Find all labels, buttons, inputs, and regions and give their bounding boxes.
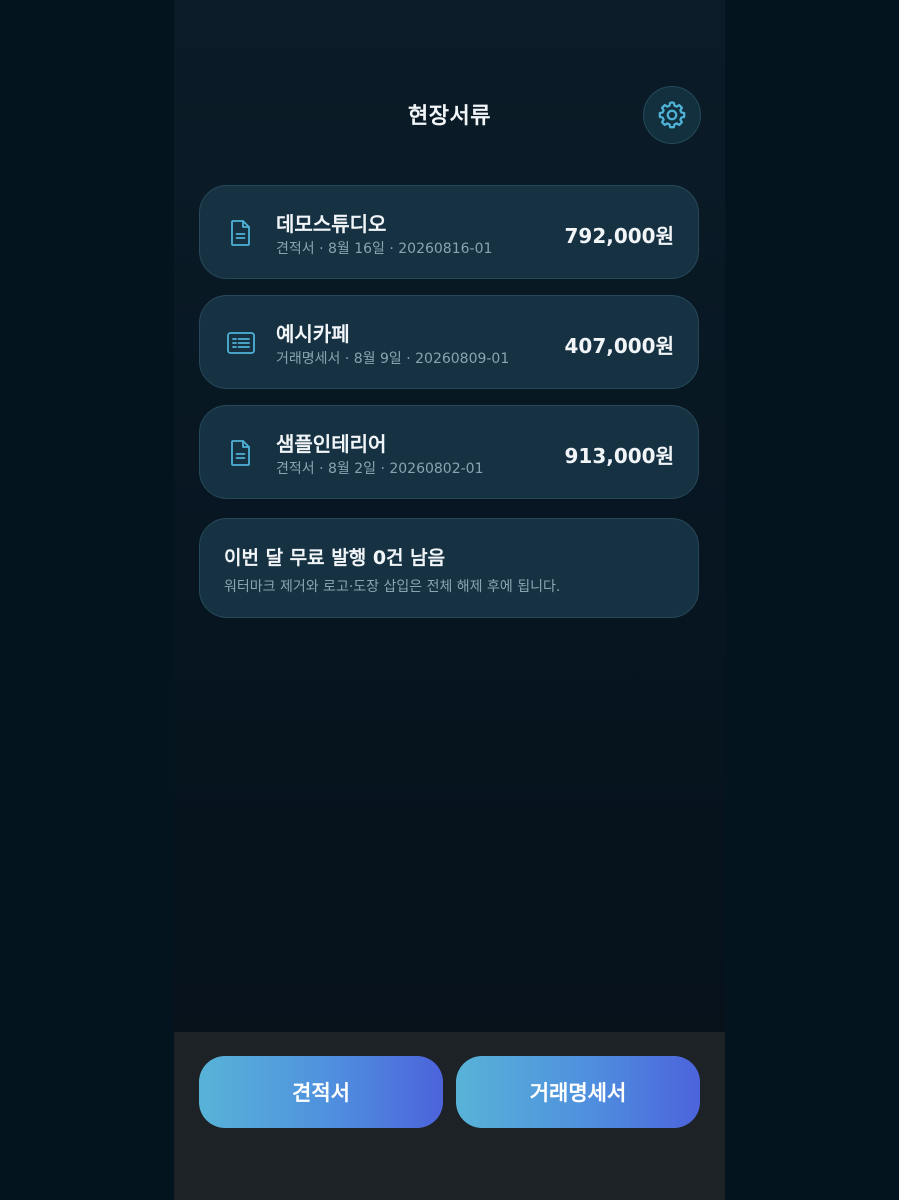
document-card[interactable]: 샘플인테리어 견적서 · 8월 2일 · 20260802-01 913,000…	[199, 405, 699, 499]
document-meta: 견적서 · 8월 2일 · 20260802-01	[276, 461, 484, 477]
free-quota-notice[interactable]: 이번 달 무료 발행 0건 남음 워터마크 제거와 로고·도장 삽입은 전체 해…	[199, 518, 699, 618]
document-amount: 407,000원	[564, 334, 675, 358]
document-card[interactable]: 데모스튜디오 견적서 · 8월 16일 · 20260816-01 792,00…	[199, 185, 699, 279]
notice-title: 이번 달 무료 발행 0건 남음	[224, 547, 446, 569]
document-amount: 792,000원	[564, 224, 675, 248]
document-icon	[226, 218, 256, 248]
document-client-name: 데모스튜디오	[276, 212, 387, 236]
document-client-name: 예시카페	[276, 322, 350, 346]
document-icon	[226, 438, 256, 468]
new-statement-button[interactable]: 거래명세서	[456, 1056, 700, 1128]
document-meta: 거래명세서 · 8월 9일 · 20260809-01	[276, 351, 510, 367]
document-client-name: 샘플인테리어	[276, 432, 387, 456]
new-estimate-button[interactable]: 견적서	[199, 1056, 443, 1128]
bottom-action-bar: 견적서 거래명세서	[174, 1032, 725, 1200]
gear-icon	[655, 98, 689, 132]
app-viewport: 현장서류 데모스튜디오 견적서 · 8월 16일 · 20260816-01 7…	[0, 0, 899, 1200]
document-meta: 견적서 · 8월 16일 · 20260816-01	[276, 241, 493, 257]
document-card[interactable]: 예시카페 거래명세서 · 8월 9일 · 20260809-01 407,000…	[199, 295, 699, 389]
phone-screen: 현장서류 데모스튜디오 견적서 · 8월 16일 · 20260816-01 7…	[174, 0, 725, 1200]
notice-subtitle: 워터마크 제거와 로고·도장 삽입은 전체 해제 후에 됩니다.	[224, 579, 561, 595]
document-amount: 913,000원	[564, 444, 675, 468]
settings-button[interactable]	[643, 86, 701, 144]
receipt-list-icon	[226, 328, 256, 358]
